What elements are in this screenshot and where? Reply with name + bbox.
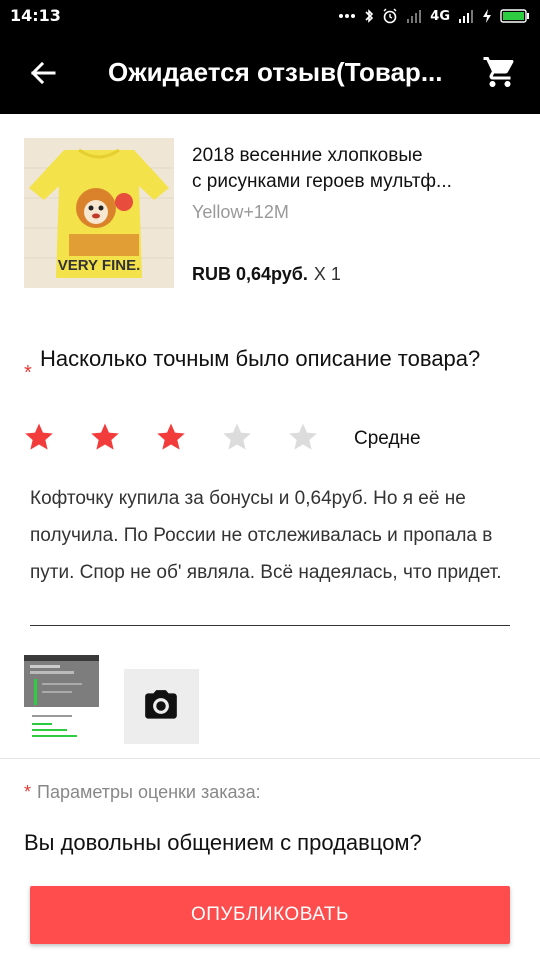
star-icon-4[interactable] — [220, 420, 254, 454]
battery-icon — [500, 9, 530, 23]
alarm-icon — [382, 8, 398, 24]
charging-icon — [482, 8, 492, 24]
product-image-text: VERY FINE. — [58, 257, 141, 274]
signal-icon — [406, 9, 422, 23]
rating-question-text: Насколько точным было описание товара? — [40, 346, 481, 371]
app-bar: Ожидается отзыв(Товар... — [0, 32, 540, 114]
attached-photo[interactable] — [24, 655, 99, 740]
required-mark: * — [24, 362, 32, 384]
product-title-line2: с рисунками героев мультф... — [192, 171, 452, 192]
product-card: VERY FINE. 2018 весенние хлопковые с рис… — [0, 114, 540, 314]
status-time: 14:13 — [10, 6, 61, 25]
seller-question: Вы довольны общением с продавцом? — [24, 830, 422, 855]
arrow-back-icon[interactable] — [26, 56, 60, 90]
required-mark: * — [24, 782, 32, 802]
status-icons: 4G — [338, 6, 530, 26]
add-photo-button[interactable] — [124, 669, 199, 744]
status-bar: 14:13 4G — [0, 0, 540, 32]
signal-icon — [458, 9, 474, 23]
star-rating: Средне — [22, 420, 492, 460]
section-divider — [0, 758, 540, 759]
product-title-line1: 2018 весенние хлопковые — [192, 145, 423, 166]
review-underline — [30, 625, 510, 626]
product-quantity: X 1 — [313, 264, 341, 284]
star-icon-2[interactable] — [88, 420, 122, 454]
publish-button[interactable]: ОПУБЛИКОВАТЬ — [30, 886, 510, 944]
order-params-text: Параметры оценки заказа: — [37, 782, 261, 802]
camera-icon — [145, 690, 177, 719]
product-price-row: RUB 0,64руб. X 1 — [192, 264, 341, 285]
bluetooth-icon — [364, 8, 374, 24]
rating-label: Средне — [354, 428, 421, 449]
star-icon-1[interactable] — [22, 420, 56, 454]
network-4g-label: 4G — [430, 8, 450, 24]
product-title[interactable]: 2018 весенние хлопковые с рисунками геро… — [192, 143, 492, 195]
screen: 14:13 4G Ожидается отзыв(Товар... VERY F… — [0, 0, 540, 960]
star-icon-3[interactable] — [154, 420, 188, 454]
page-title: Ожидается отзыв(Товар... — [108, 57, 443, 87]
order-params-label: * Параметры оценки заказа: — [24, 782, 261, 803]
product-image[interactable]: VERY FINE. — [24, 138, 174, 288]
dots-icon — [338, 13, 356, 19]
product-variant: Yellow+12M — [192, 202, 289, 222]
star-icon-5[interactable] — [286, 420, 320, 454]
review-text-field[interactable]: Кофточку купила за бонусы и 0,64руб. Но … — [30, 480, 510, 591]
product-price: RUB 0,64руб. — [192, 264, 308, 284]
cart-icon[interactable] — [482, 54, 518, 90]
